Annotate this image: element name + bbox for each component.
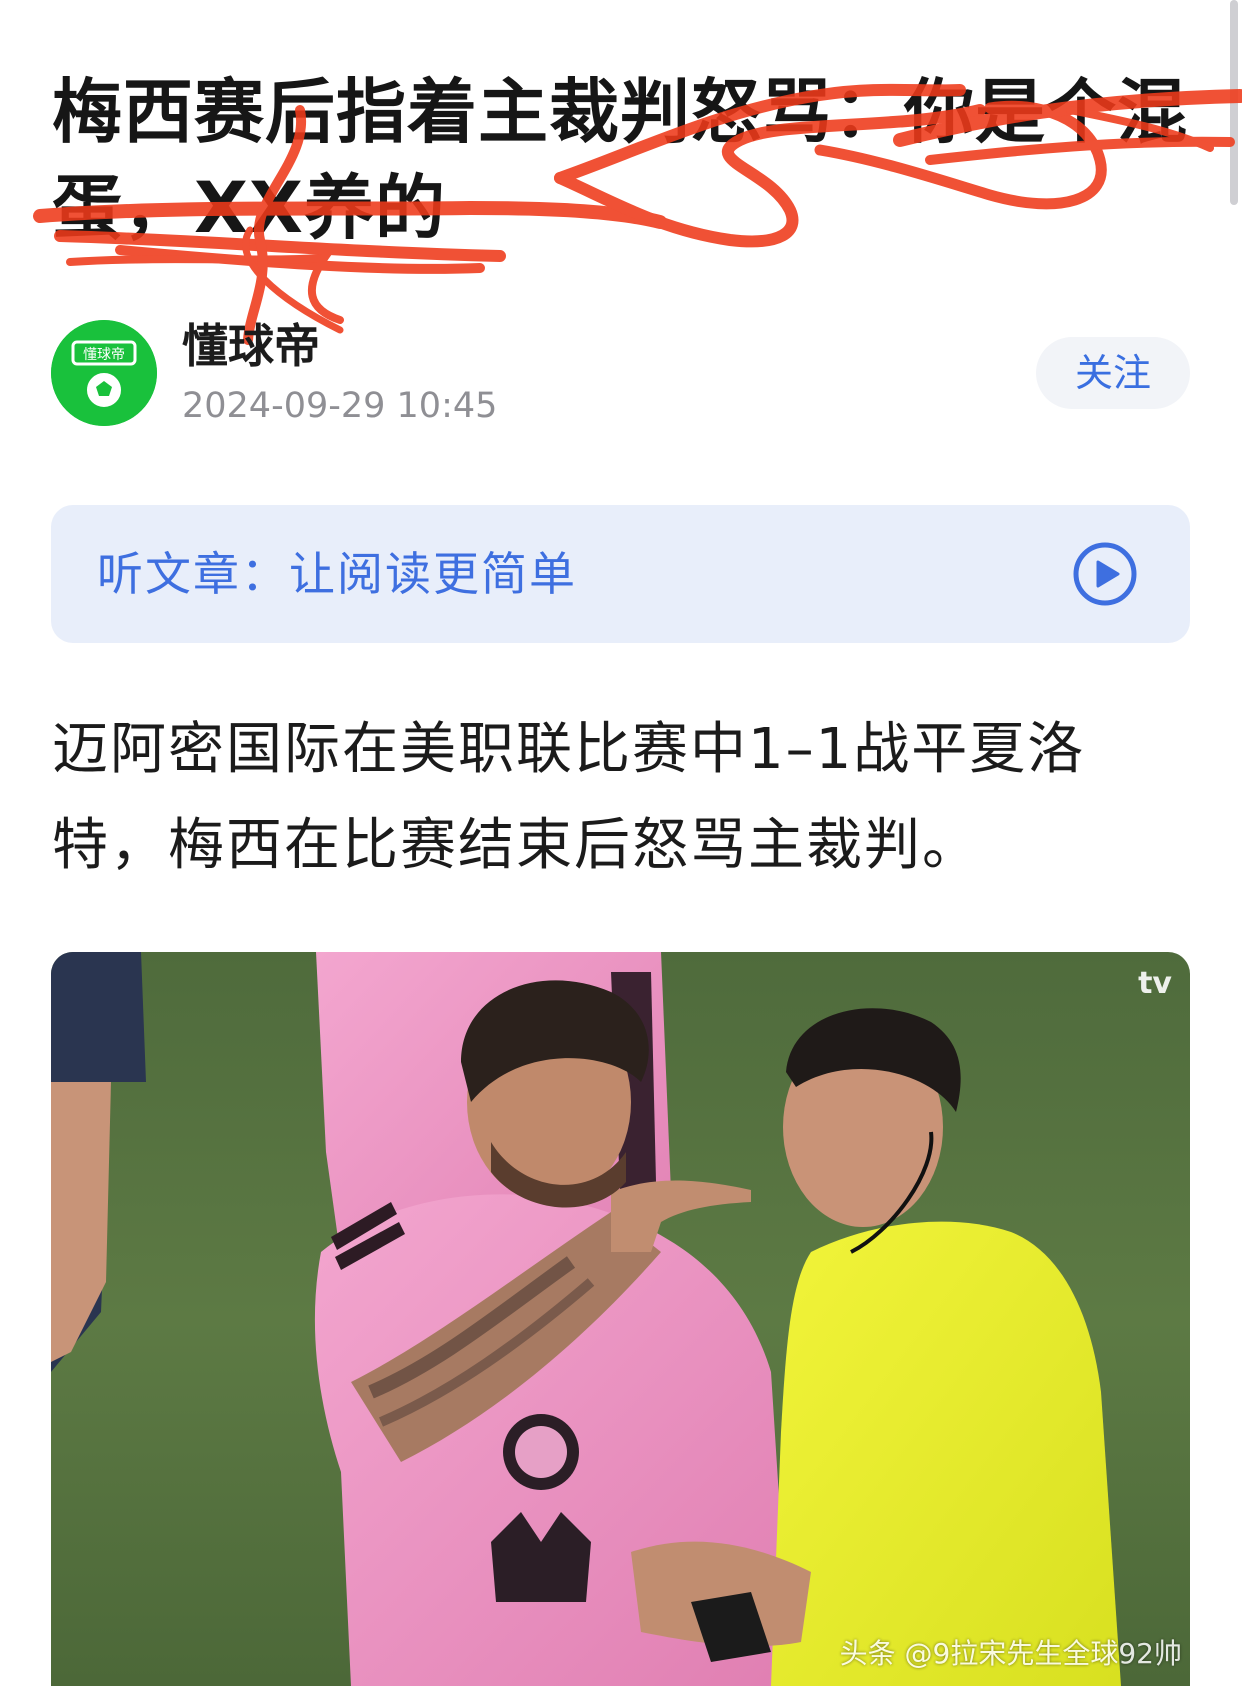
broadcaster-logo: tv (1138, 966, 1172, 1001)
article-title: 梅西赛后指着主裁判怒骂：你是个混蛋，XX养的 (52, 71, 1188, 249)
scrollbar[interactable] (1230, 0, 1238, 205)
play-icon[interactable] (1072, 541, 1138, 607)
listen-article-label: 听文章：让阅读更简单 (97, 547, 577, 601)
listen-article-bar[interactable]: 听文章：让阅读更简单 (51, 505, 1190, 643)
author-avatar[interactable]: 懂球帝 (51, 320, 157, 426)
article-paragraph: 迈阿密国际在美职联比赛中1–1战平夏洛特，梅西在比赛结束后怒骂主裁判。 (52, 717, 1086, 878)
image-watermark: 头条 @9拉宋先生全球92帅 (839, 1637, 1182, 1670)
follow-button[interactable]: 关注 (1036, 337, 1190, 409)
publish-timestamp: 2024-09-29 10:45 (182, 386, 498, 426)
author-name[interactable]: 懂球帝 (182, 318, 320, 374)
article-photo[interactable]: tv 头条 @9拉宋先生全球92帅 (51, 952, 1190, 1686)
photo-illustration (51, 952, 1190, 1686)
avatar-label: 懂球帝 (83, 347, 125, 363)
